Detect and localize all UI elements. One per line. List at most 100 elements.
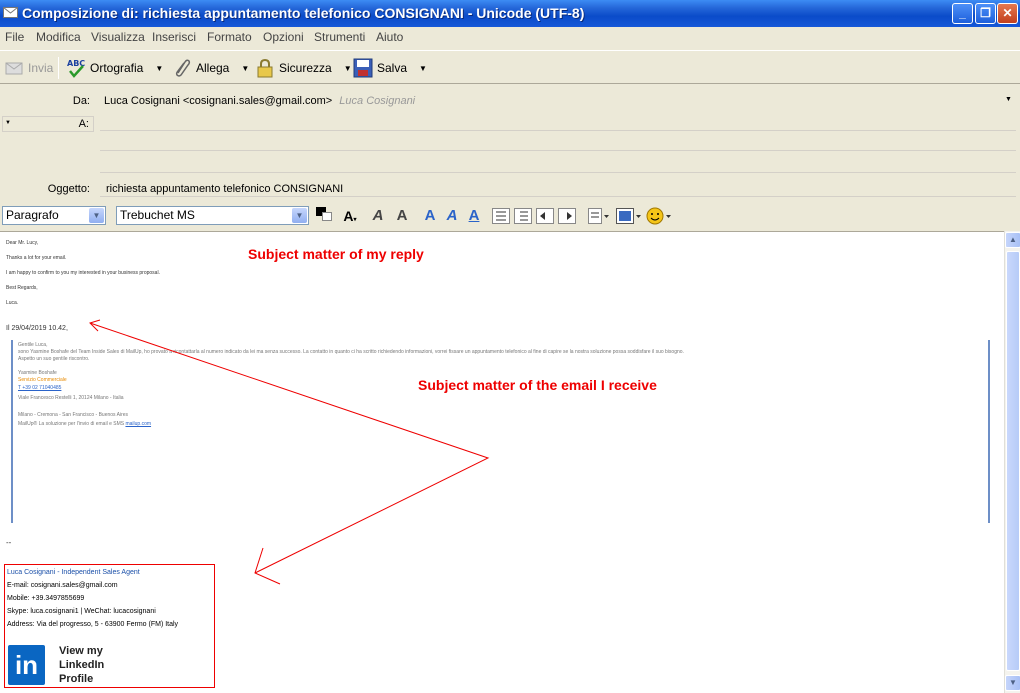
lock-icon (257, 58, 273, 78)
bold-icon[interactable]: A (420, 207, 440, 225)
reply-annotation: Subject matter of my reply (248, 246, 424, 262)
from-identity: Luca Cosignani (339, 95, 416, 107)
menu-opzioni[interactable]: Opzioni (263, 30, 304, 44)
font-value: Trebuchet MS (120, 208, 195, 222)
menu-aiuto[interactable]: Aiuto (376, 30, 403, 44)
menu-bar: File Modifica Visualizza Inserisci Forma… (0, 27, 1020, 47)
quote-tagline-text: MailUp® La soluzione per l'invio di emai… (18, 421, 125, 427)
text-color-button[interactable] (316, 207, 334, 223)
linkedin-line-3[interactable]: Profile (59, 673, 93, 685)
subject-label: Oggetto: (47, 183, 90, 195)
reply-closing: Best Regards, (6, 285, 38, 291)
menu-inserisci[interactable]: Inserisci (152, 30, 196, 44)
save-dropdown-icon[interactable]: ▼ (419, 64, 427, 73)
received-annotation: Subject matter of the email I receive (418, 377, 657, 393)
paperclip-icon (175, 59, 191, 77)
from-value: Luca Cosignani <cosignani.sales@gmail.co… (104, 95, 333, 107)
from-dropdown-icon[interactable]: ▼ (1005, 96, 1012, 103)
save-label: Salva (377, 61, 408, 75)
mailup-link[interactable]: mailup.com (125, 421, 151, 427)
floppy-icon (353, 58, 373, 78)
title-bar: Composizione di: richiesta appuntamento … (0, 0, 1020, 27)
vertical-scrollbar[interactable]: ▲ ▼ (1004, 231, 1020, 693)
subject-field-line (100, 196, 1016, 197)
main-toolbar: Invia ABC Ortografia ▼ Allega ▼ Sicurezz… (0, 50, 1020, 84)
attach-dropdown-icon[interactable]: ▼ (241, 64, 249, 73)
smiley-icon[interactable] (646, 207, 672, 225)
align-icon[interactable] (588, 208, 610, 224)
menu-visualizza[interactable]: Visualizza (91, 30, 145, 44)
signature-block: Luca Cosignani - Independent Sales Agent… (4, 564, 215, 688)
reply-line-2: I am happy to confirm to you my interest… (6, 270, 160, 276)
quote-greeting: Gentile Luca, (18, 342, 48, 348)
menu-strumenti[interactable]: Strumenti (314, 30, 365, 44)
envelope-icon (3, 7, 18, 18)
address-header: Da: Luca Cosignani <cosignani.sales@gmai… (0, 86, 1020, 202)
menu-formato[interactable]: Formato (207, 30, 252, 44)
scroll-down-icon[interactable]: ▼ (1005, 675, 1020, 691)
reply-greeting: Dear Mr. Lucy, (6, 240, 39, 246)
numbered-list-icon[interactable] (514, 208, 532, 224)
menu-file[interactable]: File (5, 30, 24, 44)
scroll-thumb[interactable] (1006, 251, 1020, 671)
linkedin-line-2[interactable]: LinkedIn (59, 659, 104, 671)
quoted-message (11, 340, 990, 523)
close-button[interactable]: ✕ (997, 3, 1018, 24)
quote-header: Il 29/04/2019 10.42, (6, 325, 68, 332)
scroll-up-icon[interactable]: ▲ (1005, 232, 1020, 248)
recipient-line-2[interactable] (100, 150, 1016, 151)
spell-dropdown-icon[interactable]: ▼ (155, 64, 163, 73)
recipient-line-3[interactable] (100, 172, 1016, 173)
chevron-down-icon: ▼ (89, 208, 104, 223)
signature-title: Luca Cosignani - Independent Sales Agent (7, 569, 140, 576)
maximize-button[interactable]: ❐ (975, 3, 996, 24)
font-smaller-icon[interactable]: A▾ (340, 207, 360, 225)
insert-image-icon[interactable] (616, 208, 642, 224)
recipient-type-select[interactable]: ▼ A: (2, 116, 94, 132)
paragraph-value: Paragrafo (6, 208, 59, 222)
quote-sender-name: Yasmine Boshafe (18, 370, 57, 376)
quote-cities: Milano - Cremona - San Francisco - Bueno… (18, 412, 129, 418)
signature-mobile: Mobile: +39.3497855699 (7, 595, 85, 602)
signature-skype-wechat: Skype: luca.cosignani1 | WeChat: lucacos… (7, 608, 156, 615)
linkedin-line-1[interactable]: View my (59, 645, 103, 657)
reply-name: Luca. (6, 300, 19, 306)
underline-icon[interactable]: A (464, 207, 484, 225)
quote-sender-phone[interactable]: T +39 02 71040485 (18, 385, 61, 391)
signature-address: Address: Via del progresso, 5 - 63900 Fe… (7, 621, 179, 628)
security-dropdown-icon[interactable]: ▼ (344, 64, 352, 73)
menu-modifica[interactable]: Modifica (36, 30, 81, 44)
chevron-down-icon: ▼ (292, 208, 307, 223)
format-toolbar: Paragrafo ▼ Trebuchet MS ▼ A▾ A A A A A (0, 202, 1020, 230)
to-input[interactable] (100, 116, 1016, 130)
security-button[interactable]: Sicurezza ▼ (255, 56, 352, 80)
quote-tagline: MailUp® La soluzione per l'invio di emai… (18, 421, 151, 427)
minimize-button[interactable]: _ (952, 3, 973, 24)
paragraph-select[interactable]: Paragrafo ▼ (2, 206, 106, 225)
to-field-line[interactable] (100, 130, 1016, 131)
from-select[interactable]: Luca Cosignani <cosignani.sales@gmail.co… (104, 95, 415, 107)
signature-email: E-mail: cosignani.sales@gmail.com (7, 582, 118, 589)
spellcheck-icon: ABC (67, 59, 85, 78)
font-larger-icon[interactable]: A (368, 207, 388, 225)
send-button[interactable]: Invia (4, 56, 53, 80)
subject-input[interactable]: richiesta appuntamento telefonico CONSIG… (106, 183, 343, 195)
attach-label: Allega (196, 61, 230, 75)
quote-wait: Aspetto un suo gentile riscontro. (18, 356, 90, 362)
quote-sender-role: Servizio Commerciale (18, 377, 67, 383)
font-select[interactable]: Trebuchet MS ▼ (116, 206, 309, 225)
security-label: Sicurezza (279, 61, 332, 75)
reply-line-1: Thanks a lot for your email. (6, 255, 67, 261)
outdent-icon[interactable] (536, 208, 554, 224)
spell-label: Ortografia (90, 61, 144, 75)
attach-button[interactable]: Allega ▼ (172, 56, 249, 80)
send-icon (5, 62, 23, 75)
bullet-list-icon[interactable] (492, 208, 510, 224)
font-style-icon[interactable]: A (392, 207, 412, 225)
indent-icon[interactable] (558, 208, 576, 224)
italic-icon[interactable]: A (442, 207, 462, 225)
send-label: Invia (28, 61, 54, 75)
save-button[interactable]: Salva ▼ (353, 56, 427, 80)
spell-button[interactable]: ABC Ortografia ▼ (66, 56, 163, 80)
linkedin-icon[interactable]: in (8, 645, 45, 685)
